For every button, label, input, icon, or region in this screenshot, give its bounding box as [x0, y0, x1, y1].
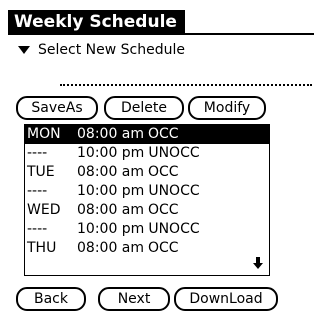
- row-day: MON: [27, 126, 61, 142]
- row-state: OCC: [148, 126, 179, 142]
- row-day: WED: [27, 202, 61, 218]
- download-button[interactable]: DownLoad: [174, 287, 278, 311]
- schedule-row[interactable]: THU 08:00 am OCC: [25, 239, 269, 258]
- schedule-row[interactable]: ---- 10:00 pm UNOCC: [25, 220, 269, 239]
- schedule-row[interactable]: ---- 10:00 pm UNOCC: [25, 182, 269, 201]
- row-time: 10:00 pm: [77, 145, 145, 161]
- schedule-row[interactable]: MON 08:00 am OCC: [25, 125, 269, 144]
- select-schedule-label: Select New Schedule: [38, 42, 185, 58]
- schedule-row[interactable]: WED 08:00 am OCC: [25, 201, 269, 220]
- row-day: ----: [27, 183, 48, 199]
- window-title: Weekly Schedule: [8, 10, 185, 34]
- title-divider: [8, 33, 314, 35]
- row-time: 08:00 am: [77, 126, 145, 142]
- schedule-row[interactable]: ---- 10:00 pm UNOCC: [25, 144, 269, 163]
- row-state: OCC: [148, 202, 179, 218]
- row-day: TUE: [27, 164, 55, 180]
- row-state: UNOCC: [148, 183, 200, 199]
- row-time: 08:00 am: [77, 202, 145, 218]
- next-button[interactable]: Next: [98, 287, 170, 311]
- row-time: 08:00 am: [77, 240, 145, 256]
- row-time: 10:00 pm: [77, 183, 145, 199]
- row-day: ----: [27, 221, 48, 237]
- row-state: UNOCC: [148, 145, 200, 161]
- save-as-button[interactable]: SaveAs: [16, 96, 98, 120]
- row-day: THU: [27, 240, 57, 256]
- back-button[interactable]: Back: [16, 287, 86, 311]
- modify-button[interactable]: Modify: [188, 96, 266, 120]
- row-time: 08:00 am: [77, 164, 145, 180]
- row-time: 10:00 pm: [77, 221, 145, 237]
- row-state: UNOCC: [148, 221, 200, 237]
- row-state: OCC: [148, 164, 179, 180]
- dropdown-triangle-icon: [18, 46, 30, 54]
- row-day: ----: [27, 145, 48, 161]
- select-schedule-dropdown[interactable]: Select New Schedule: [18, 40, 185, 60]
- schedule-row[interactable]: TUE 08:00 am OCC: [25, 163, 269, 182]
- schedule-list[interactable]: MON 08:00 am OCC ---- 10:00 pm UNOCC TUE 08:00 …: [24, 124, 270, 276]
- row-state: OCC: [148, 240, 179, 256]
- schedule-name-field[interactable]: [60, 84, 312, 86]
- delete-button[interactable]: Delete: [104, 96, 184, 120]
- down-arrow-icon[interactable]: [253, 257, 263, 269]
